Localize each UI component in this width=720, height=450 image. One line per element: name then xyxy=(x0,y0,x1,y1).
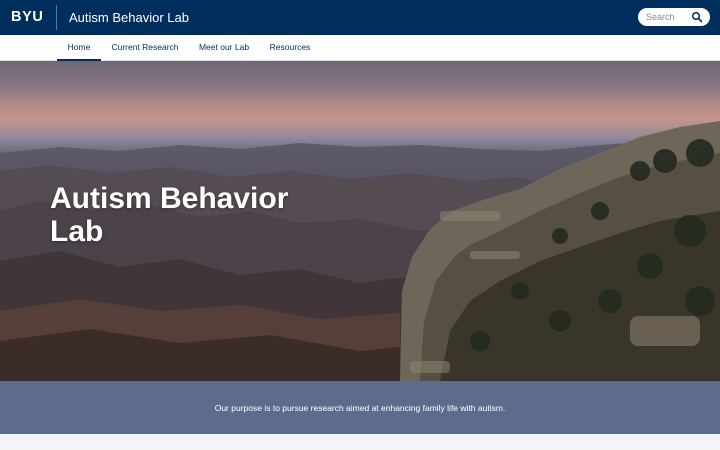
hero-banner: Autism Behavior Lab xyxy=(0,61,720,381)
purpose-statement: Our purpose is to pursue research aimed … xyxy=(214,402,506,413)
site-title[interactable]: Autism Behavior Lab xyxy=(69,9,189,26)
search-input[interactable] xyxy=(646,12,692,22)
header-divider xyxy=(56,5,57,30)
search-icon[interactable] xyxy=(691,11,703,23)
nav-item-resources[interactable]: Resources xyxy=(264,35,316,61)
nav-item-current-research[interactable]: Current Research xyxy=(106,35,184,61)
top-header-bar: BYU Autism Behavior Lab xyxy=(0,0,720,35)
main-navigation: Home Current Research Meet our Lab Resou… xyxy=(0,35,720,61)
search-box xyxy=(638,8,710,26)
page-background-strip xyxy=(0,434,720,450)
nav-item-meet-our-lab[interactable]: Meet our Lab xyxy=(194,35,254,61)
nav-item-home[interactable]: Home xyxy=(57,35,101,61)
purpose-statement-band: Our purpose is to pursue research aimed … xyxy=(0,381,720,434)
hero-title: Autism Behavior Lab xyxy=(50,182,289,248)
byu-logo[interactable]: BYU xyxy=(11,9,43,26)
